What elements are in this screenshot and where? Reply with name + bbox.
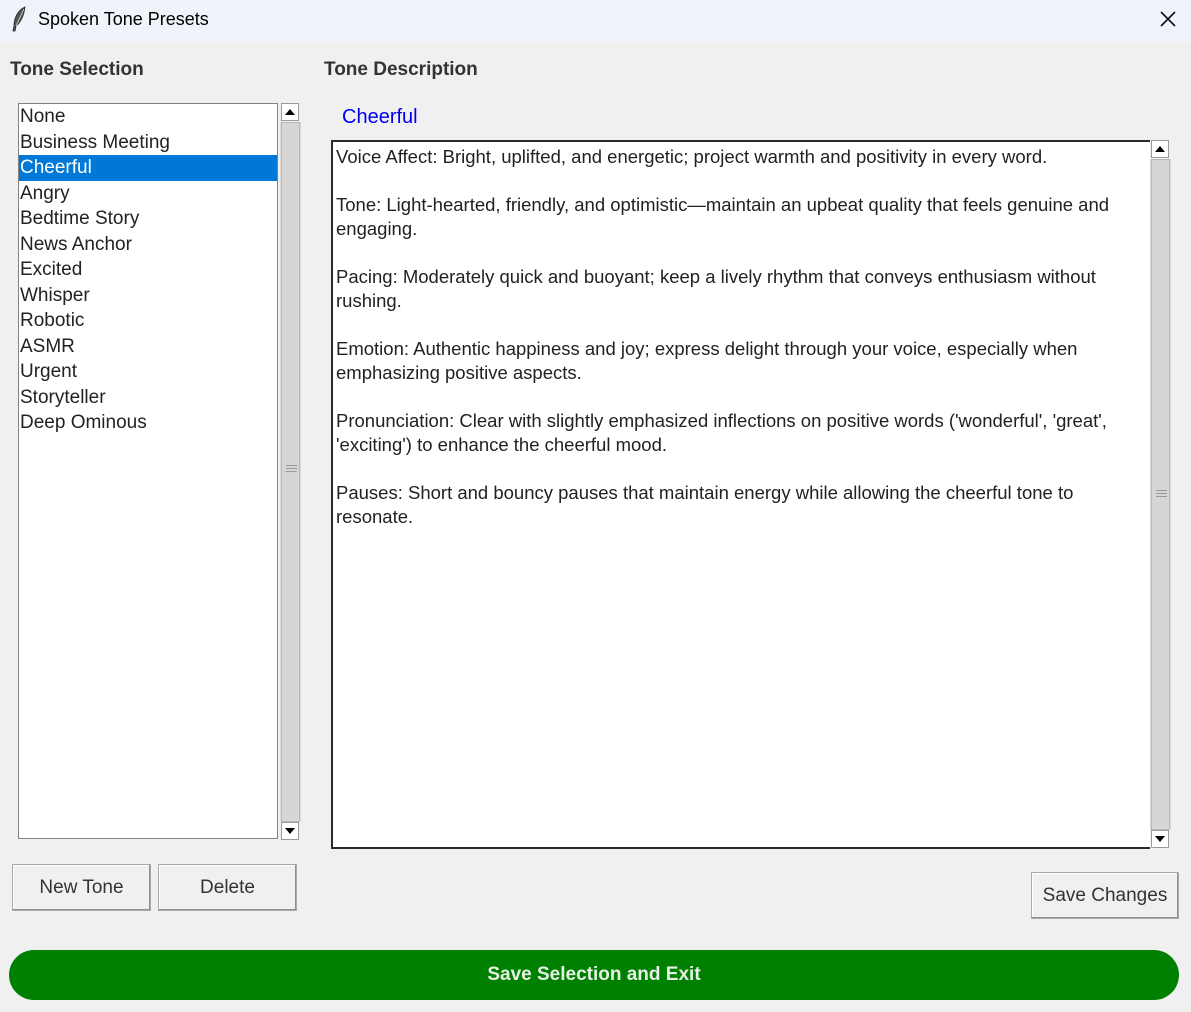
tone-list-scrollbar[interactable] bbox=[280, 102, 301, 842]
window-title: Spoken Tone Presets bbox=[38, 9, 209, 29]
save-changes-button[interactable]: Save Changes bbox=[1031, 872, 1179, 919]
tone-list-item[interactable]: Robotic bbox=[19, 308, 277, 334]
tone-list-item[interactable]: None bbox=[19, 104, 277, 130]
scroll-up-button[interactable] bbox=[281, 103, 299, 121]
tone-list-item[interactable]: Bedtime Story bbox=[19, 206, 277, 232]
scroll-down-button[interactable] bbox=[1151, 830, 1169, 848]
scroll-track[interactable] bbox=[1150, 159, 1171, 830]
tone-list-item[interactable]: Deep Ominous bbox=[19, 410, 277, 436]
title-bar: Spoken Tone Presets bbox=[0, 0, 1191, 42]
tone-listbox[interactable]: None Business Meeting Cheerful Angry Bedtime… bbox=[18, 103, 278, 839]
tone-list-item[interactable]: ASMR bbox=[19, 334, 277, 360]
save-selection-and-exit-button[interactable]: Save Selection and Exit bbox=[9, 950, 1179, 1000]
tone-selection-heading: Tone Selection bbox=[10, 59, 144, 80]
tone-list-item[interactable]: Business Meeting bbox=[19, 130, 277, 156]
feather-icon bbox=[12, 6, 26, 32]
arrow-up-icon bbox=[285, 109, 295, 115]
tone-list-item[interactable]: Whisper bbox=[19, 283, 277, 309]
tone-name-label: Cheerful bbox=[342, 106, 418, 128]
scroll-track[interactable] bbox=[280, 122, 301, 822]
tone-list-item[interactable]: Excited bbox=[19, 257, 277, 283]
arrow-down-icon bbox=[285, 828, 295, 834]
arrow-down-icon bbox=[1155, 836, 1165, 842]
scroll-thumb[interactable] bbox=[281, 122, 300, 822]
tone-list-item[interactable]: Cheerful bbox=[19, 155, 277, 181]
close-icon bbox=[1160, 11, 1176, 27]
tone-list-item[interactable]: Urgent bbox=[19, 359, 277, 385]
tone-list-item[interactable]: Storyteller bbox=[19, 385, 277, 411]
new-tone-button[interactable]: New Tone bbox=[12, 864, 151, 911]
delete-button[interactable]: Delete bbox=[158, 864, 297, 911]
close-button[interactable] bbox=[1145, 0, 1191, 38]
description-scrollbar[interactable] bbox=[1150, 140, 1171, 849]
scroll-up-button[interactable] bbox=[1151, 140, 1169, 158]
tone-list-item[interactable]: News Anchor bbox=[19, 232, 277, 258]
arrow-up-icon bbox=[1155, 146, 1165, 152]
scroll-down-button[interactable] bbox=[281, 822, 299, 840]
tone-description-textbox[interactable]: Voice Affect: Bright, uplifted, and ener… bbox=[331, 140, 1152, 849]
scroll-thumb[interactable] bbox=[1151, 159, 1170, 830]
tone-list-item[interactable]: Angry bbox=[19, 181, 277, 207]
tone-description-heading: Tone Description bbox=[324, 59, 478, 80]
